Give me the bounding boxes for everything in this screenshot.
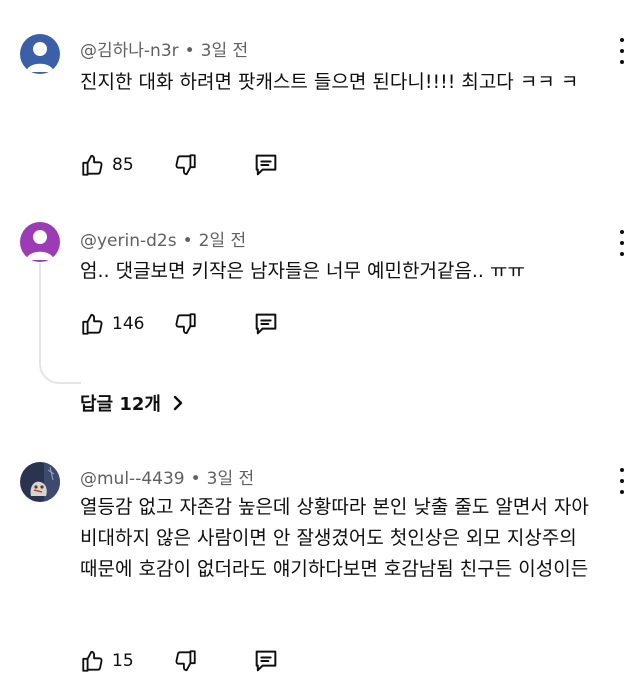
comment-time[interactable]: 3일 전 bbox=[201, 41, 249, 61]
more-vert-icon[interactable] bbox=[618, 230, 626, 256]
reply-button[interactable] bbox=[252, 646, 280, 676]
thumb-up-icon bbox=[82, 650, 103, 672]
like-button[interactable]: 146 bbox=[80, 309, 144, 339]
dislike-button[interactable] bbox=[172, 646, 198, 676]
dislike-button[interactable] bbox=[172, 309, 198, 339]
dislike-button[interactable] bbox=[172, 150, 198, 180]
avatar[interactable] bbox=[20, 462, 60, 502]
thumb-up-icon bbox=[82, 154, 103, 176]
meta-separator: • bbox=[182, 231, 193, 251]
meta-separator: • bbox=[190, 469, 201, 489]
thumb-down-icon bbox=[175, 650, 196, 672]
reply-icon bbox=[255, 154, 277, 176]
comment-author[interactable]: @yerin-d2s bbox=[80, 231, 177, 251]
more-vert-icon[interactable] bbox=[618, 38, 626, 64]
like-button[interactable]: 85 bbox=[80, 150, 134, 180]
comment: @김하나-n3r • 3일 전 진지한 대화 하려면 팟캐스트 들으면 된다니!!!… bbox=[0, 0, 640, 190]
thumb-up-icon bbox=[82, 313, 103, 335]
thumb-down-icon bbox=[175, 154, 196, 176]
thumb-down-icon bbox=[175, 313, 196, 335]
avatar[interactable] bbox=[20, 222, 60, 262]
comment-meta: @yerin-d2s • 2일 전 bbox=[80, 226, 246, 251]
avatar[interactable] bbox=[20, 34, 60, 74]
meta-separator: • bbox=[184, 41, 195, 61]
chevron-right-icon bbox=[173, 395, 183, 411]
comment-meta: @mul--4439 • 3일 전 bbox=[80, 464, 254, 489]
view-replies-button[interactable]: 답글 12개 bbox=[80, 388, 185, 418]
like-button[interactable]: 15 bbox=[80, 646, 134, 676]
comment-meta: @김하나-n3r • 3일 전 bbox=[80, 36, 248, 61]
reply-button[interactable] bbox=[252, 150, 280, 180]
more-vert-icon[interactable] bbox=[618, 468, 626, 494]
comment-time[interactable]: 2일 전 bbox=[199, 231, 247, 251]
comment: @mul--4439 • 3일 전 열등감 없고 자존감 높은데 상황따라 본인 낮… bbox=[0, 430, 640, 690]
comment-author[interactable]: @김하나-n3r bbox=[80, 41, 179, 61]
comment-text: 엄.. 댓글보면 키작은 남자들은 너무 예민한거같음.. ㅠㅠ bbox=[80, 260, 525, 282]
reply-icon bbox=[255, 313, 277, 335]
comment-time[interactable]: 3일 전 bbox=[207, 469, 255, 489]
user-avatar-image-icon bbox=[20, 462, 60, 502]
comment-text: 진지한 대화 하려면 팟캐스트 들으면 된다니!!!! 최고다 ㅋㅋ ㅋ bbox=[80, 71, 579, 93]
comment-author[interactable]: @mul--4439 bbox=[80, 469, 185, 489]
comment-text: 열등감 없고 자존감 높은데 상황따라 본인 낮출 줄도 알면서 자아 비대하지… bbox=[80, 496, 589, 580]
like-count: 15 bbox=[112, 651, 134, 671]
reply-icon bbox=[255, 650, 277, 672]
like-count: 85 bbox=[112, 155, 134, 175]
default-user-avatar-icon bbox=[20, 222, 60, 262]
default-user-avatar-icon bbox=[20, 34, 60, 74]
reply-button[interactable] bbox=[252, 309, 280, 339]
like-count: 146 bbox=[112, 314, 145, 334]
replies-label: 답글 12개 bbox=[80, 394, 161, 415]
